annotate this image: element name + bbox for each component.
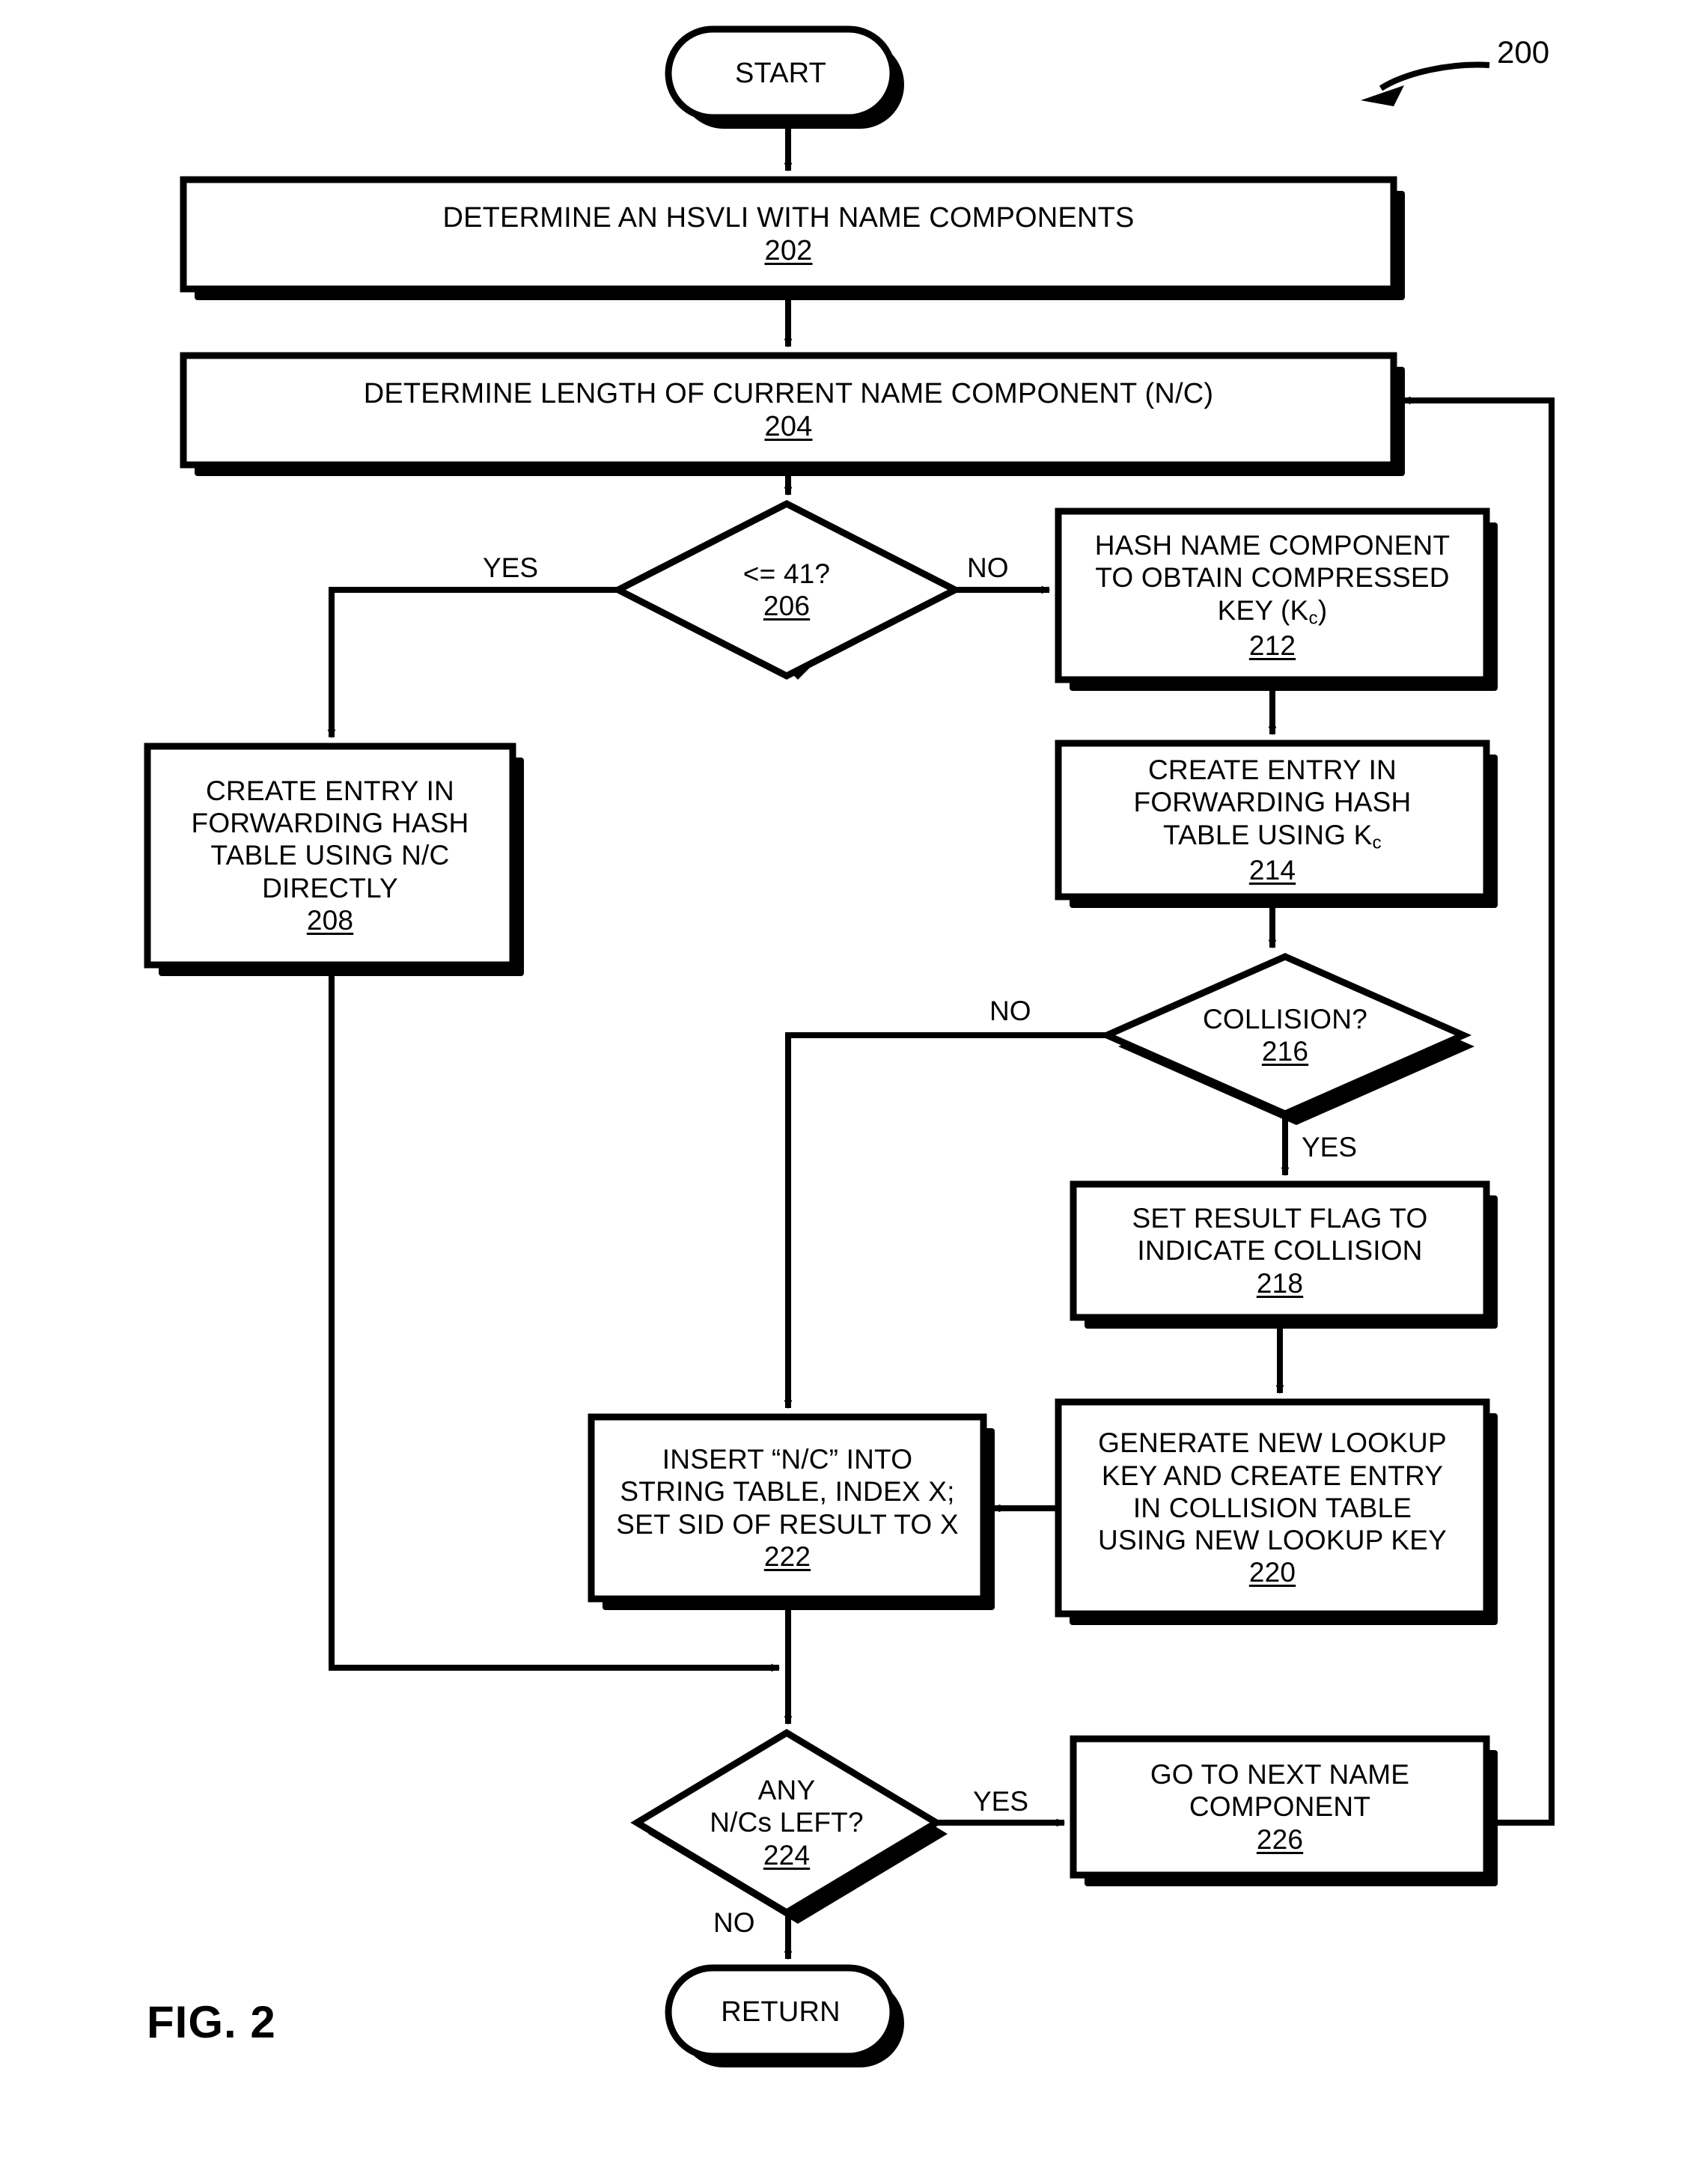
node-224 [630,1728,943,1917]
node-208 [144,743,516,969]
node-220 [1055,1398,1490,1618]
patent-flowchart-figure: START DETERMINE AN HSVLI WITH NAME COMPO… [0,0,1708,2161]
node-218 [1070,1180,1490,1321]
figure-label: FIG. 2 [147,1997,276,2047]
node-204 [180,352,1397,469]
edge-label-no-206: NO [967,552,1009,583]
edge-label-yes-206: YES [483,552,539,583]
node-222 [588,1413,987,1603]
edge-label-yes-224: YES [973,1786,1029,1817]
edge-label-no-224: NO [713,1907,755,1938]
node-226 [1070,1735,1490,1879]
node-start [665,25,897,121]
node-214 [1055,740,1490,900]
node-return [665,1964,897,2060]
node-202 [180,176,1397,293]
edge-label-no-216: NO [989,996,1031,1026]
reference-numeral-200: 200 [1497,34,1550,70]
edge-206-yes-to-208 [327,587,618,739]
node-216 [1098,953,1472,1118]
node-212 [1055,508,1490,683]
edge-label-yes-216: YES [1302,1132,1358,1162]
flowchart-canvas [144,25,1555,2067]
edge-216-no-to-222 [784,1032,1107,1409]
node-206 [611,499,963,680]
reference-lead-line [1361,61,1490,106]
